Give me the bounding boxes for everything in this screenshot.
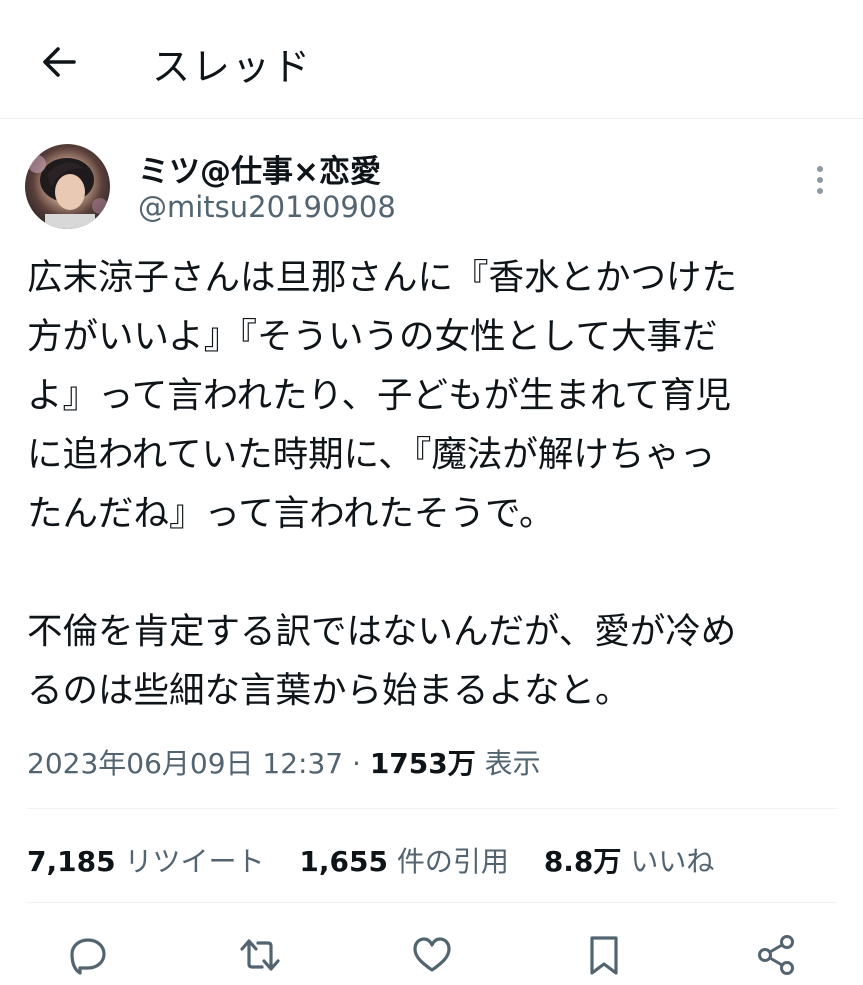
tweet-meta: 2023年06月09日 12:37 · 1753万 表示 [27,742,541,782]
retweets-count: 7,185 [27,845,116,878]
share-button[interactable] [754,933,798,977]
likes-stat[interactable]: 8.8万 いいね [544,845,715,878]
quotes-label: 件の引用 [396,845,509,878]
reply-button[interactable] [66,933,110,977]
display-name[interactable]: ミツ@仕事×恋愛 [138,146,381,191]
thread-header: スレッド [0,0,863,119]
like-button[interactable] [410,933,454,977]
user-handle[interactable]: @mitsu20190908 [138,190,396,224]
more-options-button[interactable] [805,160,835,200]
views-label: 表示 [484,747,541,780]
tweet-text: 広末涼子さんは旦那さんに『香水とかつけた 方がいいよ』『そういうの女性として大事… [27,257,738,711]
avatar[interactable] [25,144,110,229]
likes-label: いいね [630,845,715,878]
action-bar [0,925,863,985]
back-button[interactable] [38,40,82,84]
retweet-icon [240,939,280,971]
divider [27,808,837,809]
views-count: 1753万 [369,747,476,780]
share-icon [758,935,794,975]
like-icon [413,937,451,972]
meta-separator: · [352,747,361,780]
quotes-count: 1,655 [299,845,388,878]
more-vertical-icon [817,166,823,194]
bookmark-button[interactable] [582,933,626,977]
retweets-stat[interactable]: 7,185 リツイート [27,845,265,878]
page-title: スレッド [152,45,313,89]
bookmark-icon [590,936,618,975]
arrow-left-icon [43,47,76,77]
reply-icon [70,938,106,975]
retweets-label: リツイート [124,845,265,878]
avatar-image [28,155,108,229]
retweet-button[interactable] [238,933,282,977]
engagement-stats: 7,185 リツイート 1,655 件の引用 8.8万 いいね [27,840,740,880]
likes-count: 8.8万 [543,845,622,878]
divider [27,902,837,903]
quotes-stat[interactable]: 1,655 件の引用 [299,845,509,878]
timestamp[interactable]: 2023年06月09日 12:37 [27,747,343,780]
